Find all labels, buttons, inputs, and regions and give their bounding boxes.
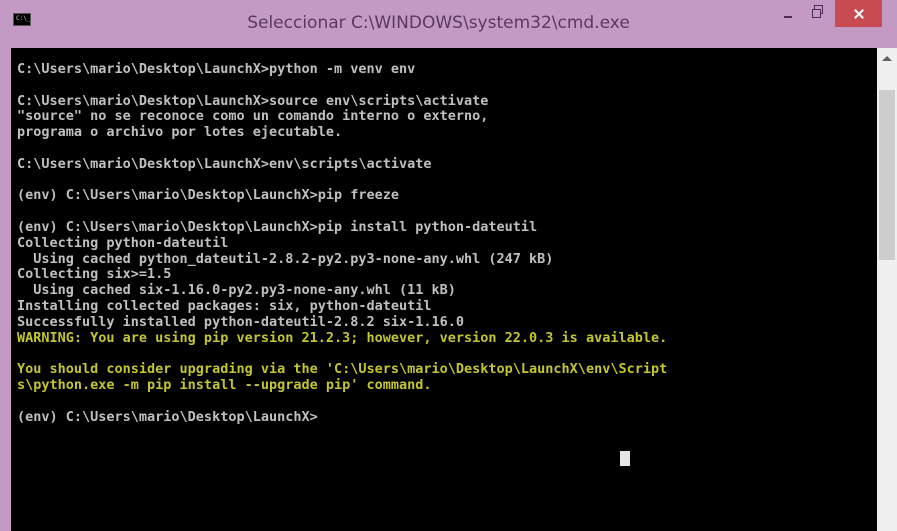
terminal-output: C:\Users\mario\Desktop\LaunchX>python -m… [17,61,668,426]
title-bar[interactable]: C:\_ Seleccionar C:\WINDOWS\system32\cmd… [0,0,897,48]
cmd-window: C:\_ Seleccionar C:\WINDOWS\system32\cmd… [0,0,897,531]
minimize-button[interactable] [774,0,802,28]
terminal-line: Collecting six>=1.5 [17,266,172,283]
terminal-line: Using cached python_dateutil-2.8.2-py2.p… [17,250,554,267]
terminal-line: Successfully installed python-dateutil-2… [17,313,465,330]
scrollbar-thumb[interactable] [879,90,895,260]
terminal-line: Installing collected packages: six, pyth… [17,297,432,314]
vertical-scrollbar[interactable] [877,48,897,531]
warning-line: s\python.exe -m pip install --upgrade pi… [17,376,432,393]
terminal-line: C:\Users\mario\Desktop\LaunchX>python -m… [17,61,416,77]
terminal-line: Using cached six-1.16.0-py2.py3-none-any… [17,282,456,299]
prompt-line[interactable]: (env) C:\Users\mario\Desktop\LaunchX> [17,409,667,426]
maximize-button[interactable] [804,0,832,28]
terminal-line: (env) C:\Users\mario\Desktop\LaunchX>pip… [17,218,538,235]
close-button[interactable] [835,0,882,27]
terminal-line: C:\Users\mario\Desktop\LaunchX>env\scrip… [17,155,432,172]
text-cursor [620,451,630,466]
terminal-line: programa o archivo por lotes ejecutable. [17,124,343,141]
terminal-line: "source" no se reconoce como un comando … [17,108,489,125]
warning-line: You should consider upgrading via the 'C… [17,361,668,378]
terminal-line: (env) C:\Users\mario\Desktop\LaunchX>pip… [17,187,400,204]
terminal-line: Collecting python-dateutil [17,234,229,251]
warning-line: WARNING: You are using pip version 21.2.… [17,329,668,346]
scroll-up-arrow-icon[interactable] [877,48,897,68]
console-area[interactable]: C:\Users\mario\Desktop\LaunchX>python -m… [11,48,877,531]
window-title: Seleccionar C:\WINDOWS\system32\cmd.exe [247,13,630,33]
terminal-line: C:\Users\mario\Desktop\LaunchX>source en… [17,92,489,109]
